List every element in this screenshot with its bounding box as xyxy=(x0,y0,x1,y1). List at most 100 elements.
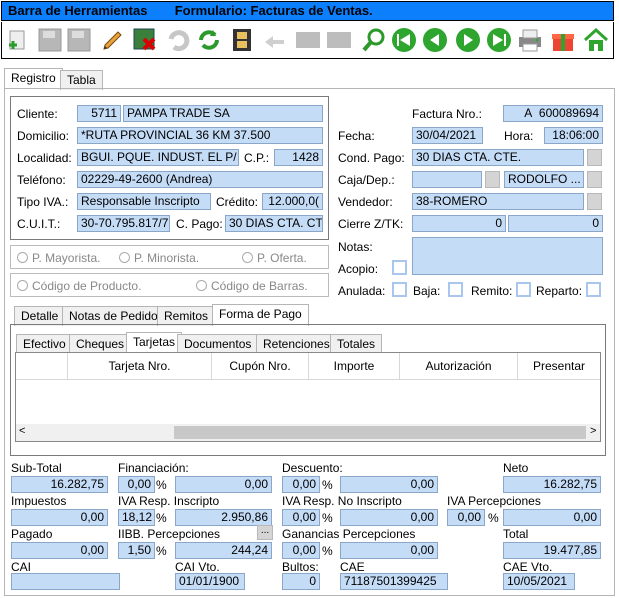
pagado-label: Pagado xyxy=(11,527,53,541)
cpago-field[interactable]: 30 DIAS CTA. CT xyxy=(225,215,323,232)
codigo-producto-radio[interactable] xyxy=(17,280,28,291)
tab-forma-pago[interactable]: Forma de Pago xyxy=(212,304,309,326)
ganancias-pct[interactable]: 0,00 xyxy=(282,542,320,559)
tab-cheques[interactable]: Cheques xyxy=(69,334,132,354)
iibb-details-button[interactable]: ... xyxy=(257,525,273,540)
cliente-code-field[interactable]: 5711 xyxy=(77,105,121,122)
toolbar xyxy=(1,22,614,59)
grid-header: Tarjeta Nro. Cupón Nro. Importe Autoriza… xyxy=(16,353,600,380)
col-tarjeta[interactable]: Tarjeta Nro. xyxy=(68,353,212,379)
undo-icon[interactable] xyxy=(165,25,192,55)
tab-documentos[interactable]: Documentos xyxy=(177,334,259,354)
precio-minorista-radio[interactable] xyxy=(119,252,130,263)
cliente-label: Cliente: xyxy=(17,107,58,121)
notas-field[interactable] xyxy=(412,237,603,275)
domicilio-field[interactable]: *RUTA PROVINCIAL 36 KM 37.500 xyxy=(77,127,323,144)
tipo-iva-field[interactable]: Responsable Inscripto xyxy=(77,193,211,210)
cae-vto-field[interactable]: 10/05/2021 xyxy=(503,573,575,590)
blank1-icon[interactable] xyxy=(294,25,321,55)
credito-field[interactable]: 12.000,0( xyxy=(262,193,323,210)
cai-field[interactable] xyxy=(11,573,120,590)
precio-mayorista-radio[interactable] xyxy=(17,252,28,263)
cierre-field-1[interactable]: 0 xyxy=(412,215,506,232)
baja-checkbox[interactable] xyxy=(448,282,463,297)
cierre-field-2[interactable]: 0 xyxy=(508,215,603,232)
home-icon[interactable] xyxy=(582,25,609,55)
acopio-checkbox[interactable] xyxy=(392,260,407,275)
grid-hscrollbar[interactable]: < > xyxy=(16,424,600,441)
cond-pago-field[interactable]: 30 DIAS CTA. CTE. xyxy=(412,149,584,166)
tab-tarjetas[interactable]: Tarjetas xyxy=(126,332,183,354)
descuento-pct[interactable]: 0,00 xyxy=(282,476,320,493)
next-icon[interactable] xyxy=(454,25,481,55)
tab-remitos[interactable]: Remitos xyxy=(157,306,216,326)
cliente-name-field[interactable]: PAMPA TRADE SA xyxy=(123,105,323,122)
cp-field[interactable]: 1428 xyxy=(274,149,323,166)
telefono-field[interactable]: 02229-49-2600 (Andrea) xyxy=(77,171,323,188)
bultos-label: Bultos: xyxy=(282,560,319,574)
col-autorizacion[interactable]: Autorización xyxy=(400,353,518,379)
ganancias-label: Ganancias Percepciones xyxy=(282,527,416,541)
back-arrow-icon[interactable] xyxy=(261,25,288,55)
delete-icon[interactable] xyxy=(131,25,158,55)
dep-lookup-button[interactable] xyxy=(587,171,602,188)
cond-pago-lookup-button[interactable] xyxy=(587,149,602,166)
save-as-icon[interactable] xyxy=(65,25,92,55)
dep-field[interactable]: RODOLFO ... xyxy=(504,171,584,188)
iva-rni-pct[interactable]: 0,00 xyxy=(282,509,320,526)
tab-detalle[interactable]: Detalle xyxy=(14,306,66,326)
save-icon[interactable] xyxy=(36,25,63,55)
anulada-checkbox[interactable] xyxy=(392,282,407,297)
col-presentar[interactable]: Presentar xyxy=(518,353,600,379)
hora-field[interactable]: 18:06:00 xyxy=(544,127,603,144)
caja-field[interactable] xyxy=(412,171,482,188)
localidad-field[interactable]: BGUI. PQUE. INDUST. EL P/ xyxy=(77,149,239,166)
cae-field[interactable]: 71187501399425 xyxy=(340,573,448,590)
cuit-field[interactable]: 30-70.795.817/7 xyxy=(77,215,170,232)
iibb-pct[interactable]: 1,50 xyxy=(118,542,155,559)
tab-efectivo[interactable]: Efectivo xyxy=(16,334,73,354)
col-importe[interactable]: Importe xyxy=(309,353,400,379)
domicilio-label: Domicilio: xyxy=(17,129,70,143)
last-icon[interactable] xyxy=(485,25,512,55)
fecha-field[interactable]: 30/04/2021 xyxy=(412,127,483,144)
new-icon[interactable] xyxy=(4,25,31,55)
blank2-icon[interactable] xyxy=(325,25,352,55)
reparto-checkbox[interactable] xyxy=(586,282,601,297)
tab-registro[interactable]: Registro xyxy=(4,68,63,90)
prev-icon[interactable] xyxy=(421,25,448,55)
scroll-thumb[interactable] xyxy=(174,426,586,439)
precio-oferta-radio[interactable] xyxy=(242,252,253,263)
film-icon[interactable] xyxy=(228,25,255,55)
iva-ri-pct[interactable]: 18,12 xyxy=(118,509,155,526)
first-icon[interactable] xyxy=(390,25,417,55)
financiacion-pct[interactable]: 0,00 xyxy=(118,476,155,493)
refresh-icon[interactable] xyxy=(195,25,222,55)
gift-icon[interactable] xyxy=(549,25,576,55)
cai-vto-field[interactable]: 01/01/1900 xyxy=(175,573,245,590)
codigo-barras-radio[interactable] xyxy=(196,280,207,291)
scroll-left-icon[interactable]: < xyxy=(19,425,25,437)
tarjetas-grid[interactable]: Tarjeta Nro. Cupón Nro. Importe Autoriza… xyxy=(15,352,601,442)
pct-sign: % xyxy=(156,511,167,525)
vendedor-lookup-button[interactable] xyxy=(587,193,602,210)
caja-lookup-button[interactable] xyxy=(485,171,500,188)
scroll-right-icon[interactable]: > xyxy=(590,425,596,437)
tab-retenciones[interactable]: Retenciones xyxy=(256,334,337,354)
tab-tabla[interactable]: Tabla xyxy=(60,70,103,90)
remito-checkbox[interactable] xyxy=(516,282,531,297)
edit-icon[interactable] xyxy=(99,25,126,55)
codigo-barras-label: Código de Barras. xyxy=(211,279,308,293)
col-cupon[interactable]: Cupón Nro. xyxy=(212,353,309,379)
tab-notas-pedido[interactable]: Notas de Pedido xyxy=(62,306,165,326)
pct-sign: % xyxy=(156,478,167,492)
factura-field[interactable]: A 600089694 xyxy=(503,105,603,122)
iva-perc-pct[interactable]: 0,00 xyxy=(447,509,485,526)
vendedor-field[interactable]: 38-ROMERO xyxy=(412,193,584,210)
ganancias-field: 0,00 xyxy=(340,542,438,559)
search-icon[interactable] xyxy=(360,25,387,55)
bultos-field[interactable]: 0 xyxy=(282,573,320,590)
tab-totales[interactable]: Totales xyxy=(330,334,383,354)
printer-icon[interactable] xyxy=(516,25,543,55)
pct-sign: % xyxy=(322,478,333,492)
